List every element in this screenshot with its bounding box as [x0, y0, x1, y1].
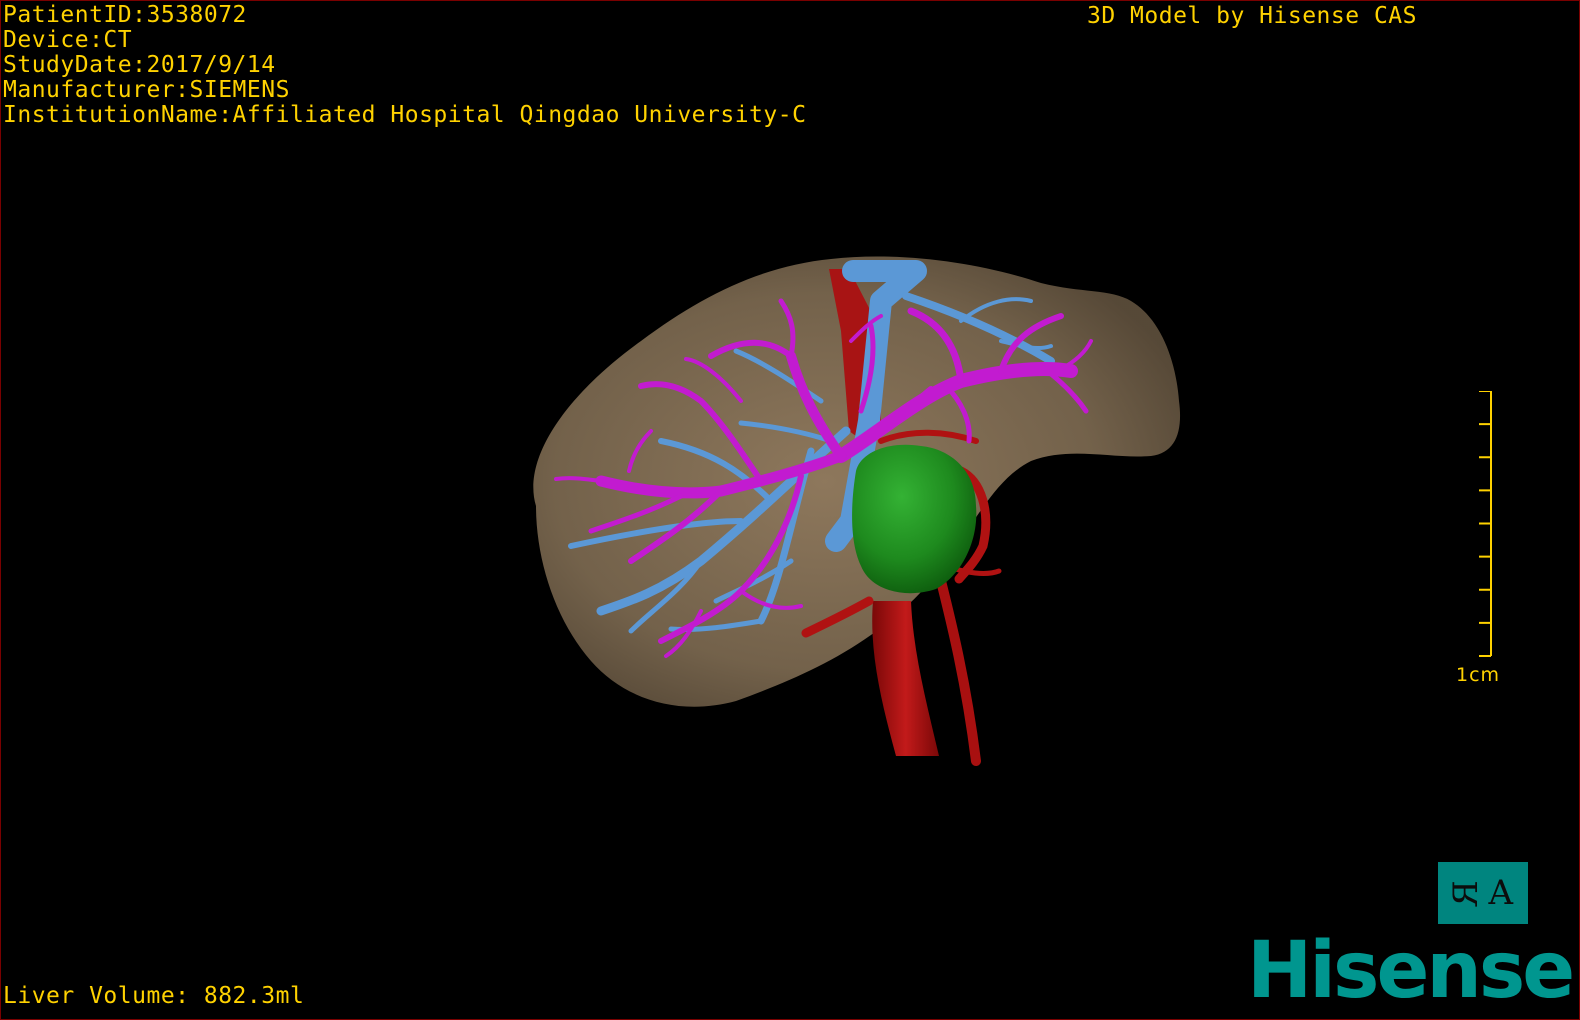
patient-info-block: PatientID:3538072 Device:CT StudyDate:20…: [3, 3, 806, 128]
manufacturer-text: Manufacturer:SIEMENS: [3, 77, 290, 103]
orientation-left-glyph: R: [1445, 880, 1486, 906]
study-date-text: StudyDate:2017/9/14: [3, 52, 276, 78]
orientation-cube[interactable]: R A: [1438, 862, 1528, 924]
patient-id-text: PatientID:3538072: [3, 2, 247, 28]
liver-volume-text: Liver Volume: 882.3ml: [3, 983, 305, 1009]
hisense-logo: Hisense: [1247, 926, 1575, 1016]
scale-label: 1cm: [1456, 664, 1501, 686]
scale-bar: [1479, 391, 1492, 657]
device-text: Device:CT: [3, 27, 133, 53]
aorta: [872, 601, 939, 756]
orientation-right-glyph: A: [1488, 873, 1514, 913]
brand-label: 3D Model by Hisense CAS: [1087, 3, 1417, 29]
artery-branch-right: [936, 576, 981, 766]
institution-text: InstitutionName:Affiliated Hospital Qing…: [3, 102, 807, 128]
3d-viewport[interactable]: PatientID:3538072 Device:CT StudyDate:20…: [0, 0, 1580, 1020]
liver-3d-model[interactable]: [1, 1, 1580, 1020]
